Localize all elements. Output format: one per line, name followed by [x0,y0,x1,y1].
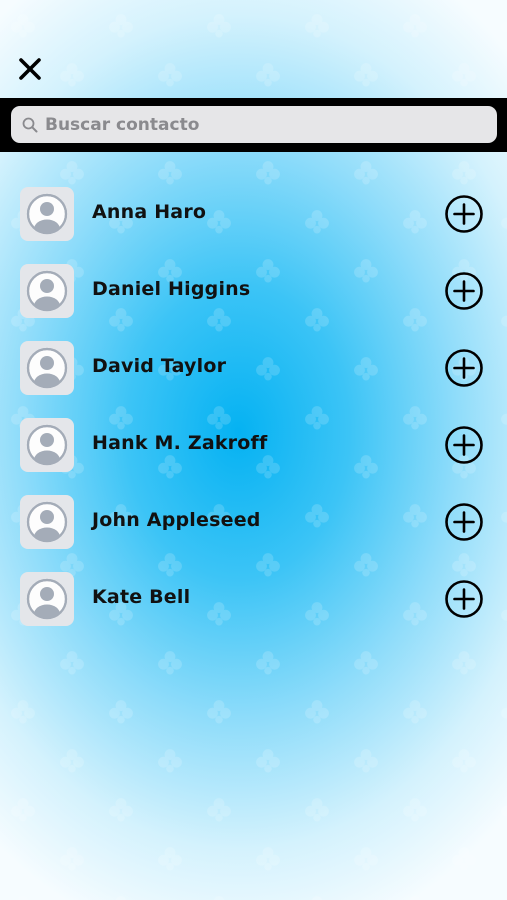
contact-row[interactable]: John Appleseed [0,495,507,572]
contact-name: John Appleseed [92,509,261,531]
add-contact-button[interactable] [443,193,485,235]
close-icon [19,58,41,80]
contact-row[interactable]: Kate Bell [0,572,507,649]
search-box[interactable] [11,106,497,143]
contact-row[interactable]: David Taylor [0,341,507,418]
add-contact-button[interactable] [443,347,485,389]
search-input[interactable] [45,114,485,135]
contact-name: Hank M. Zakroff [92,432,268,454]
add-contact-button[interactable] [443,270,485,312]
add-contact-button[interactable] [443,578,485,620]
person-placeholder-icon [26,501,68,543]
person-placeholder-icon [26,193,68,235]
contact-name: Daniel Higgins [92,278,251,300]
add-circle-icon [445,272,483,310]
avatar [20,418,74,472]
contact-name: David Taylor [92,355,227,377]
person-placeholder-icon [26,578,68,620]
add-circle-icon [445,426,483,464]
add-contact-button[interactable] [443,424,485,466]
avatar [20,572,74,626]
person-placeholder-icon [26,347,68,389]
add-circle-icon [445,349,483,387]
contact-name: Kate Bell [92,586,191,608]
close-button[interactable] [14,54,46,84]
contact-name: Anna Haro [92,201,207,223]
search-bar [0,98,507,152]
add-contact-button[interactable] [443,501,485,543]
add-circle-icon [445,580,483,618]
person-placeholder-icon [26,270,68,312]
avatar [20,264,74,318]
avatar [20,495,74,549]
contact-row[interactable]: Anna Haro [0,187,507,264]
add-circle-icon [445,195,483,233]
add-circle-icon [445,503,483,541]
contact-row[interactable]: Daniel Higgins [0,264,507,341]
contact-row[interactable]: Hank M. Zakroff [0,418,507,495]
contact-list: Anna Haro Daniel Higgins David Taylor Ha… [0,187,507,649]
person-placeholder-icon [26,424,68,466]
avatar [20,341,74,395]
search-icon [22,117,38,132]
avatar [20,187,74,241]
